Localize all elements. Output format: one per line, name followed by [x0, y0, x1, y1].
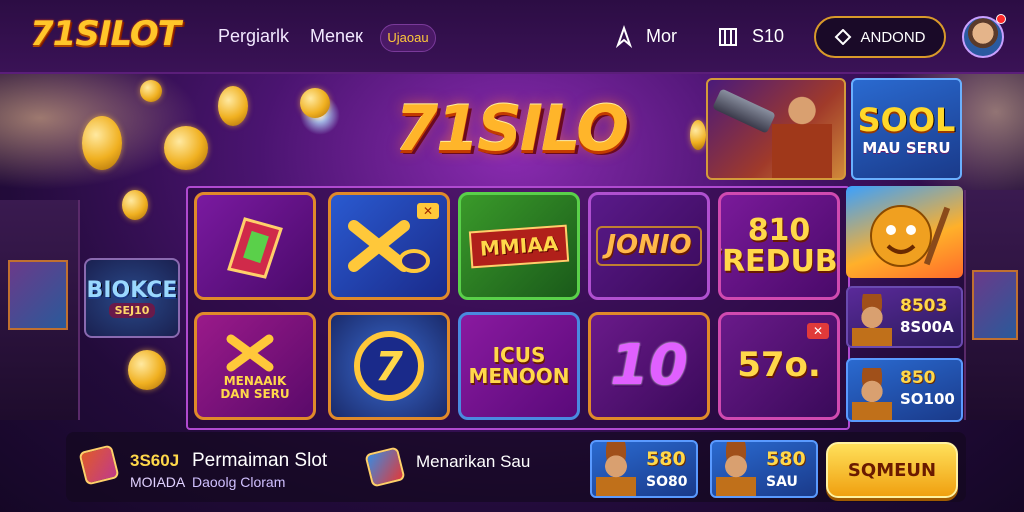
- ticket-icon: [227, 217, 283, 279]
- promo-title: SOOL: [857, 101, 956, 139]
- tile-label: 810 VREDUBS: [721, 212, 838, 279]
- coin-decoration: [218, 86, 248, 126]
- reward-value: 850: [900, 368, 936, 388]
- bonus-card[interactable]: 580 SO80: [590, 440, 698, 498]
- player-avatar-icon: [852, 294, 892, 346]
- nav-item-active[interactable]: Ujaoau: [380, 24, 436, 52]
- game-tile[interactable]: MMIAA: [458, 192, 580, 300]
- close-icon[interactable]: ✕: [807, 323, 829, 339]
- nav-item-pergiarlk[interactable]: Pergiarlk: [218, 26, 289, 47]
- user-icon[interactable]: [612, 25, 636, 49]
- bottom-item-title[interactable]: Permaiman Slot: [192, 450, 327, 472]
- game-tile[interactable]: [194, 192, 316, 300]
- header-link-mor[interactable]: Mor: [646, 26, 677, 47]
- login-button[interactable]: ANDOND: [814, 16, 946, 58]
- game-tile[interactable]: 7: [328, 312, 450, 420]
- coin-decoration: [140, 80, 162, 102]
- header-balance[interactable]: S10: [752, 26, 784, 47]
- player-avatar-icon: [716, 442, 756, 496]
- slot-machine-decoration-left: [0, 200, 80, 420]
- player-avatar-icon: [596, 442, 636, 496]
- coin-decoration: [82, 116, 122, 170]
- bonus-card[interactable]: 580 SAU: [710, 440, 818, 498]
- character-card[interactable]: [846, 186, 963, 278]
- game-tile[interactable]: MENAAIK DAN SERU: [194, 312, 316, 420]
- bottom-item-tag: MOIADA: [130, 474, 186, 490]
- reward-value: 8503: [900, 296, 948, 316]
- site-logo[interactable]: 71SILOT: [30, 14, 181, 54]
- nav-item-menek[interactable]: Meneк: [310, 26, 363, 47]
- game-tile[interactable]: 10: [588, 312, 710, 420]
- play-now-button[interactable]: SQMEUN: [826, 442, 958, 498]
- side-badge-title: BIOKCE: [86, 278, 178, 303]
- slot-machine-decoration-right: [964, 190, 1024, 420]
- svg-text:7: 7: [375, 344, 403, 390]
- hero-character-card[interactable]: [706, 78, 846, 180]
- tile-label: JONIO: [596, 226, 702, 266]
- close-icon[interactable]: ✕: [417, 203, 439, 219]
- player-avatar-icon: [852, 368, 892, 420]
- coin-decoration: [128, 350, 166, 390]
- game-tile[interactable]: JONIO: [588, 192, 710, 300]
- top-header: 71SILOT Pergiarlk Meneк Ujaoau Mor S10 A…: [0, 0, 1024, 74]
- bonus-sub: SO80: [646, 474, 688, 490]
- login-icon: [835, 29, 852, 45]
- bottom-item-number: 3S60J: [130, 451, 180, 470]
- notification-dot: [996, 14, 1006, 24]
- scissors-icon: [348, 220, 430, 273]
- reward-card[interactable]: 8503 8S00A: [846, 286, 963, 348]
- seven-icon: 7: [354, 331, 424, 401]
- promo-card[interactable]: SOOL MAU SERU: [851, 78, 962, 180]
- tile-label: MENAAIK DAN SERU: [220, 374, 290, 401]
- bonus-value: 580: [766, 448, 806, 470]
- reward-sub: SO100: [900, 390, 955, 408]
- side-badge[interactable]: BIOKCE SEJ10: [84, 258, 180, 338]
- scissors-icon: [226, 334, 274, 372]
- bottom-item-title-2[interactable]: Menarikan Sau: [416, 452, 530, 472]
- tile-label: 10: [610, 332, 688, 398]
- hero-title: 71SILO: [395, 92, 629, 165]
- game-tile[interactable]: ✕: [328, 192, 450, 300]
- wallet-icon[interactable]: [716, 25, 740, 49]
- tile-label: 57o.: [737, 345, 821, 386]
- tile-label: ICUS MENOON: [468, 343, 570, 388]
- bottom-item-subtitle: Daoolg Cloram: [192, 474, 286, 490]
- login-label: ANDOND: [860, 28, 926, 46]
- game-tile[interactable]: 810 VREDUBS: [718, 192, 840, 300]
- coin-decoration: [690, 120, 706, 150]
- promo-subtitle: MAU SERU: [862, 139, 951, 157]
- coin-decoration: [300, 88, 330, 118]
- tile-label: MMIAA: [468, 224, 570, 268]
- game-tile[interactable]: ICUS MENOON: [458, 312, 580, 420]
- reward-sub: 8S00A: [900, 318, 954, 336]
- coin-decoration: [164, 126, 208, 170]
- bonus-sub: SAU: [766, 474, 798, 490]
- bonus-value: 580: [646, 448, 686, 470]
- side-badge-subtitle: SEJ10: [108, 303, 156, 318]
- mascot-icon: [870, 205, 951, 267]
- coin-decoration: [122, 190, 148, 220]
- reward-card[interactable]: 850 SO100: [846, 358, 963, 422]
- game-tile[interactable]: 57o. ✕: [718, 312, 840, 420]
